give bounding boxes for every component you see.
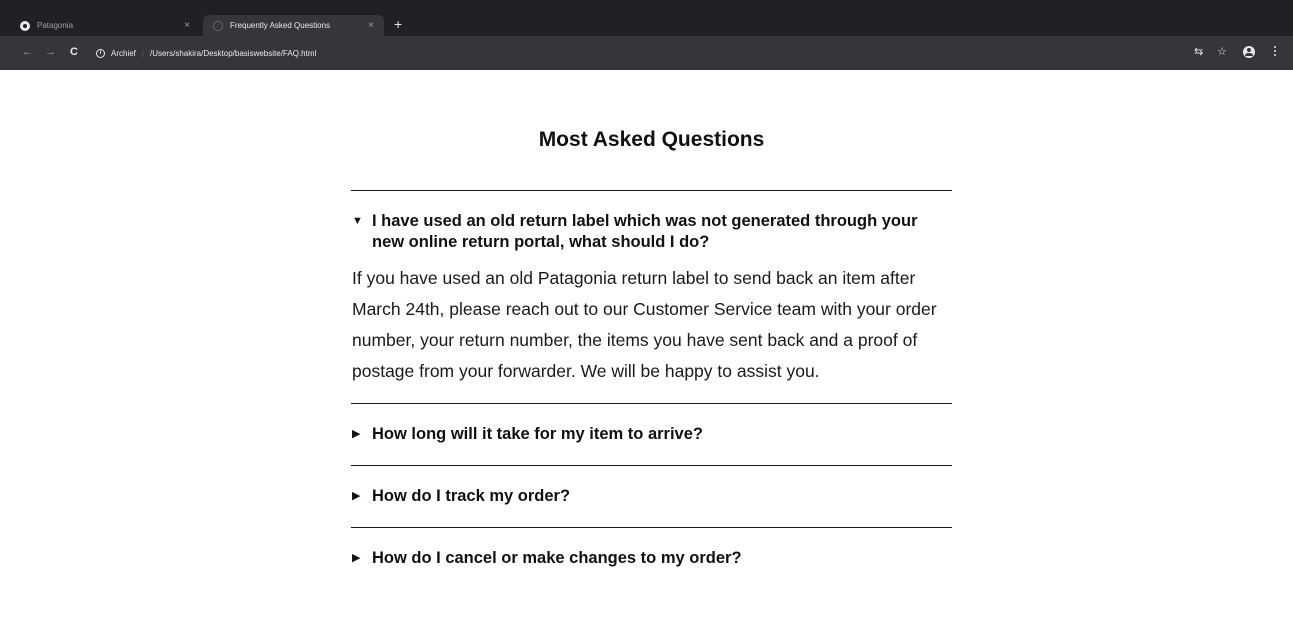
faq-answer: If you have used an old Patagonia return… [352,268,937,381]
faq-question-text: I have used an old return label which wa… [372,212,918,251]
translate-icon[interactable]: ⇆ [1194,45,1203,59]
close-tab-icon[interactable]: × [184,20,190,31]
forward-arrow-icon[interactable]: → [45,45,56,59]
kebab-menu-icon[interactable] [1274,46,1277,58]
caret-down-icon: ▼ [352,215,363,227]
new-tab-button[interactable]: + [394,17,402,31]
faq-question-toggle[interactable]: ▶ How do I track my order? [351,466,952,527]
faq-question-text: How long will it take for my item to arr… [372,425,703,443]
caret-right-icon: ▶ [352,490,361,502]
browser-toolbar: ← → C i Archief | /Users/shakira/Desktop… [0,36,1293,70]
address-bar[interactable]: i Archief | /Users/shakira/Desktop/basis… [96,43,1196,63]
info-icon[interactable]: i [96,48,105,58]
site-chip: Archief [111,48,136,58]
faq-question-text: How do I cancel or make changes to my or… [372,549,742,567]
loading-icon [213,20,223,31]
url-text[interactable]: /Users/shakira/Desktop/basiswebsite/FAQ.… [150,49,316,58]
tab-patagonia[interactable]: Patagonia × [20,15,200,36]
close-tab-icon[interactable]: × [368,20,374,31]
globe-icon [20,20,30,31]
profile-icon[interactable] [1243,46,1255,58]
faq-question-toggle[interactable]: ▶ How do I cancel or make changes to my … [351,528,952,589]
faq-question-text: How do I track my order? [372,487,571,505]
faq-item: ▶ How long will it take for my item to a… [351,403,952,465]
tab-title: Frequently Asked Questions [230,21,331,30]
page-title: Most Asked Questions [538,128,765,151]
faq-list: ▼ I have used an old return label which … [351,190,952,589]
caret-right-icon: ▶ [352,552,361,564]
faq-item: ▶ How do I track my order? [351,465,952,527]
tab-faq[interactable]: Frequently Asked Questions × [203,15,384,36]
bookmark-star-icon[interactable]: ☆ [1217,45,1227,59]
url-separator: | [141,48,144,58]
caret-right-icon: ▶ [352,428,361,440]
faq-item: ▶ How do I cancel or make changes to my … [351,527,952,589]
back-arrow-icon[interactable]: ← [22,45,33,59]
faq-question-toggle[interactable]: ▼ I have used an old return label which … [351,191,952,263]
faq-item: ▼ I have used an old return label which … [351,190,952,403]
tab-title: Patagonia [37,21,74,30]
tab-strip: Patagonia × Frequently Asked Questions ×… [0,0,1293,36]
reload-icon[interactable]: C [70,45,78,59]
faq-question-toggle[interactable]: ▶ How long will it take for my item to a… [351,404,952,465]
